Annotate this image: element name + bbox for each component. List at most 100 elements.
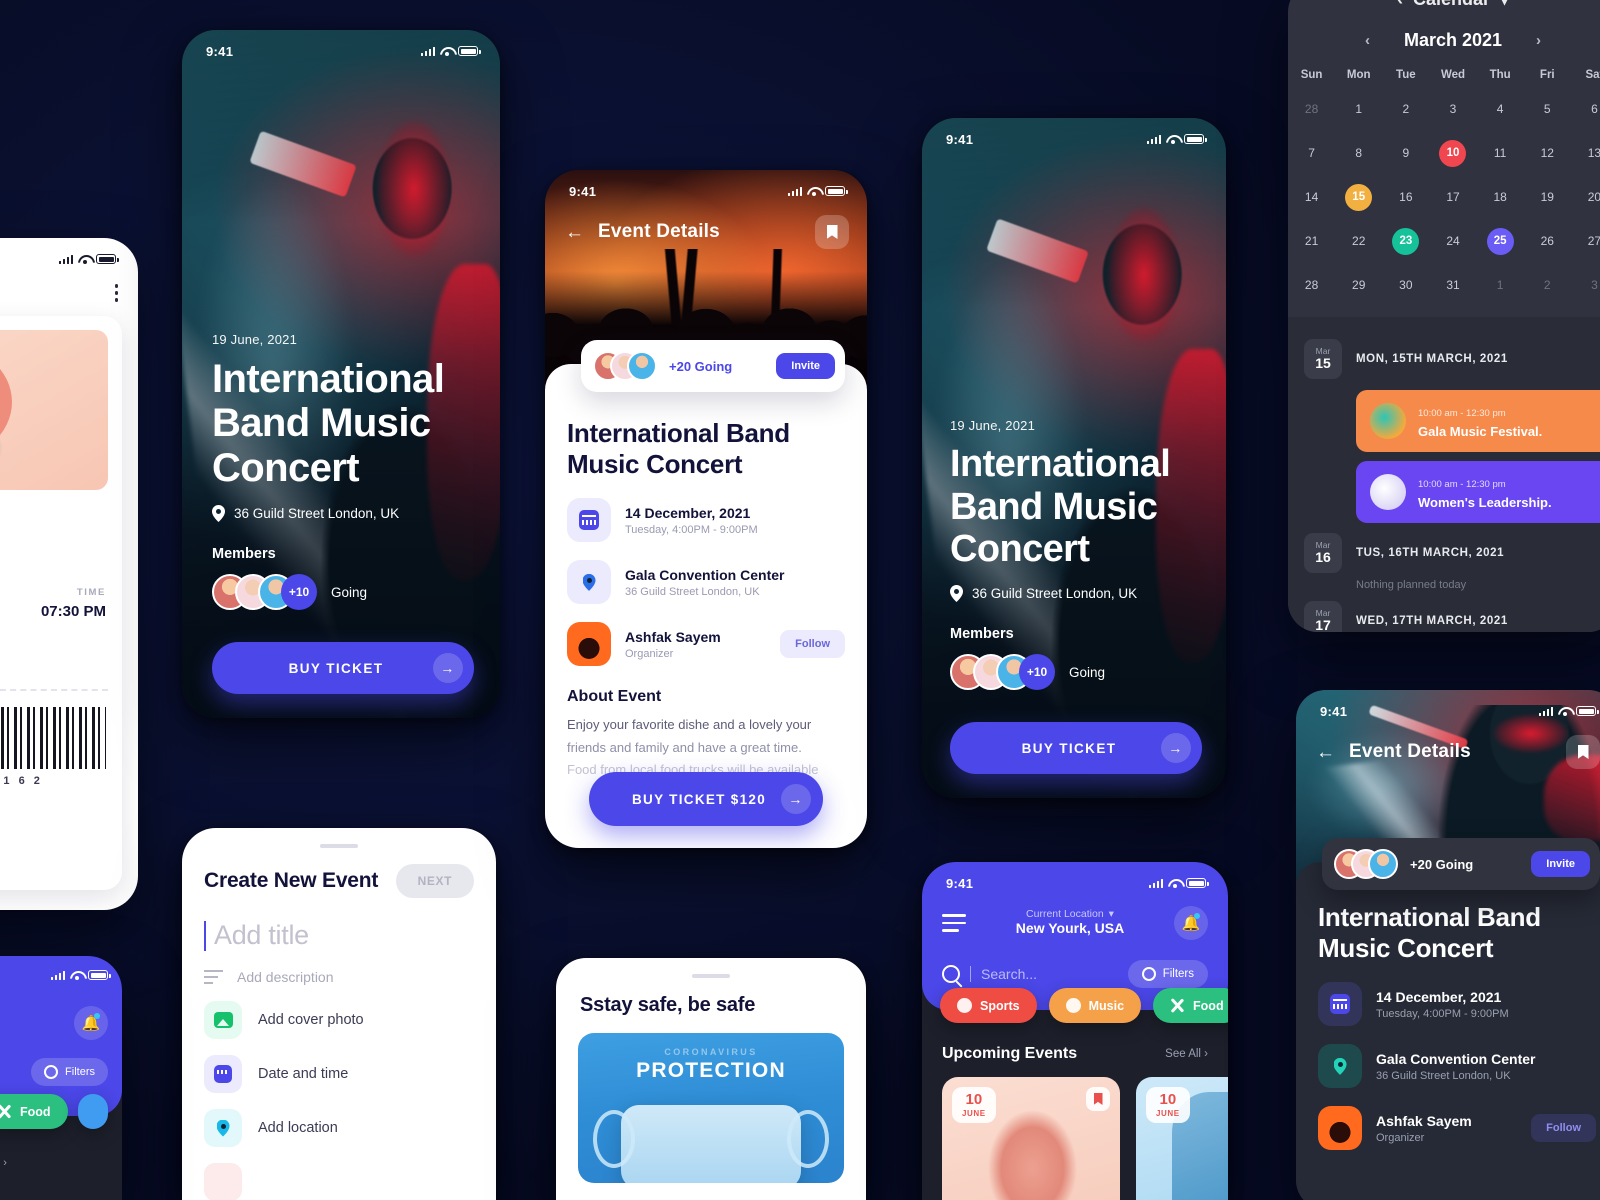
calendar-day-cell[interactable]: 24 (1429, 225, 1476, 257)
buy-ticket-button[interactable]: BUY TICKET $120 → (589, 772, 823, 826)
calendar-day-cell[interactable]: 10 (1429, 137, 1476, 169)
calendar-day-cell[interactable]: 28 (1288, 269, 1335, 301)
back-icon[interactable]: ← (565, 223, 584, 242)
back-icon[interactable]: ‹ (1397, 0, 1403, 10)
calendar-day-cell[interactable]: 1 (1477, 269, 1524, 301)
next-button[interactable]: NEXT (395, 864, 474, 898)
banner-subtitle: CORONAVIRUS (664, 1047, 758, 1057)
agenda-event-item[interactable]: 10:00 am - 12:30 pm Women's Leadership. (1356, 461, 1600, 523)
next-month-button[interactable]: › (1536, 32, 1541, 49)
calendar-day-highlight[interactable]: 23 (1392, 227, 1420, 255)
chip-food[interactable]: Food (1153, 988, 1228, 1023)
date-and-time-row[interactable]: Date and time (182, 1055, 496, 1093)
avatar-group[interactable]: +10 (950, 654, 1055, 690)
calendar-day-cell[interactable]: 23 (1382, 225, 1429, 257)
calendar-day-cell[interactable]: 27 (1571, 225, 1600, 257)
notifications-bell-icon[interactable]: 🔔 (74, 1006, 108, 1040)
bookmark-icon[interactable] (1086, 1087, 1110, 1111)
phone-home-partial: ▾ A 🔔 Filters Food See All › (0, 956, 122, 1200)
calendar-day-cell[interactable]: 28 (1288, 93, 1335, 125)
chip-extra[interactable] (77, 1094, 108, 1129)
add-location-row[interactable]: Add location (182, 1109, 496, 1147)
agenda-event-name: Women's Leadership. (1418, 495, 1552, 510)
event-title-input[interactable]: Add title (182, 920, 496, 951)
calendar-day-cell[interactable]: 12 (1524, 137, 1571, 169)
calendar-day-cell[interactable]: 20 (1571, 181, 1600, 213)
calendar-day-cell[interactable]: 15 (1335, 181, 1382, 213)
calendar-day-cell[interactable]: 31 (1429, 269, 1476, 301)
calendar-day-cell[interactable]: 11 (1477, 137, 1524, 169)
signal-icon (787, 186, 802, 196)
buy-ticket-button[interactable]: BUY TICKET → (950, 722, 1202, 774)
calendar-day-cell[interactable]: 29 (1335, 269, 1382, 301)
event-card[interactable]: 10 JUNE (942, 1077, 1120, 1200)
calendar-day-cell[interactable]: 14 (1288, 181, 1335, 213)
add-cover-photo-row[interactable]: Add cover photo (182, 1001, 496, 1039)
prev-month-button[interactable]: ‹ (1365, 32, 1370, 49)
event-card[interactable]: 10 JUNE (1136, 1077, 1228, 1200)
filters-button[interactable]: Filters (1127, 960, 1208, 988)
chip-sports[interactable]: Sports (940, 988, 1037, 1023)
buy-ticket-button[interactable]: BUY TICKET → (212, 642, 474, 694)
members-avatars[interactable]: +10 Going (212, 574, 474, 610)
search-input[interactable]: Search... (970, 966, 1037, 982)
sheet-grabber[interactable] (692, 974, 730, 978)
filters-button[interactable]: Filters (31, 1058, 108, 1086)
calendar-day-cell[interactable]: 2 (1382, 93, 1429, 125)
follow-button[interactable]: Follow (1531, 1114, 1596, 1143)
calendar-day-cell[interactable]: 17 (1429, 181, 1476, 213)
bookmark-button[interactable] (815, 215, 849, 249)
calendar-day-cell[interactable]: 6 (1571, 93, 1600, 125)
avatar-group[interactable] (593, 351, 657, 381)
see-all-link[interactable]: See All › (1165, 1048, 1208, 1060)
calendar-day-cell[interactable]: 2 (1524, 269, 1571, 301)
back-icon[interactable]: ← (1316, 743, 1335, 762)
event-description-input[interactable]: Add description (182, 969, 496, 985)
event-details-sheet: +20 Going Invite International Band Musi… (1296, 838, 1600, 1200)
calendar-day-cell[interactable]: 16 (1382, 181, 1429, 213)
see-all-link[interactable]: See All › (0, 1157, 122, 1169)
more-options-icon[interactable] (114, 284, 118, 302)
calendar-day-cell[interactable]: 4 (1477, 93, 1524, 125)
calendar-day-cell[interactable]: 21 (1288, 225, 1335, 257)
agenda-day-label: MON, 15TH MARCH, 2021 (1356, 353, 1508, 365)
location-value: New Yourk, USA (1015, 920, 1125, 936)
calendar-day-cell[interactable]: 3 (1429, 93, 1476, 125)
notifications-bell-icon[interactable]: 🔔 (1174, 906, 1208, 940)
calendar-day-cell[interactable]: 19 (1524, 181, 1571, 213)
chevron-down-icon[interactable]: ▾ (1500, 0, 1509, 10)
search-bar[interactable]: Search... Filters (942, 960, 1208, 988)
menu-icon[interactable] (942, 914, 966, 932)
calendar-day-cell[interactable]: 8 (1335, 137, 1382, 169)
calendar-day-cell[interactable]: 25 (1477, 225, 1524, 257)
calendar-day-highlight[interactable]: 15 (1345, 183, 1373, 211)
calendar-day-cell[interactable]: 3 (1571, 269, 1600, 301)
calendar-day-cell[interactable]: 30 (1382, 269, 1429, 301)
chip-music[interactable]: Music (1048, 988, 1142, 1023)
members-avatars[interactable]: +10 Going (950, 654, 1202, 690)
invite-button[interactable]: Invite (776, 353, 835, 379)
calendar-day-cell[interactable]: 5 (1524, 93, 1571, 125)
avatar-overflow-count[interactable]: +10 (1019, 654, 1055, 690)
location-selector[interactable]: Current Location ▾ New Yourk, USA (966, 908, 1174, 938)
add-extra-row[interactable] (182, 1163, 496, 1200)
calendar-day-cell[interactable]: 9 (1382, 137, 1429, 169)
calendar-day-highlight[interactable]: 25 (1486, 227, 1514, 255)
calendar-day-cell[interactable]: 22 (1335, 225, 1382, 257)
calendar-day-cell[interactable]: 26 (1524, 225, 1571, 257)
follow-button[interactable]: Follow (780, 630, 845, 659)
avatar-group[interactable]: +10 (212, 574, 317, 610)
avatar[interactable] (1368, 849, 1398, 879)
calendar-day-highlight[interactable]: 10 (1439, 139, 1467, 167)
invite-button[interactable]: Invite (1531, 851, 1590, 877)
calendar-day-cell[interactable]: 1 (1335, 93, 1382, 125)
avatar[interactable] (627, 351, 657, 381)
calendar-day-cell[interactable]: 13 (1571, 137, 1600, 169)
avatar-group[interactable] (1334, 849, 1398, 879)
calendar-day-cell[interactable]: 18 (1477, 181, 1524, 213)
chip-food[interactable]: Food (0, 1094, 68, 1129)
avatar-overflow-count[interactable]: +10 (281, 574, 317, 610)
bookmark-button[interactable] (1566, 735, 1600, 769)
agenda-event-item[interactable]: 10:00 am - 12:30 pm Gala Music Festival. (1356, 390, 1600, 452)
calendar-day-cell[interactable]: 7 (1288, 137, 1335, 169)
